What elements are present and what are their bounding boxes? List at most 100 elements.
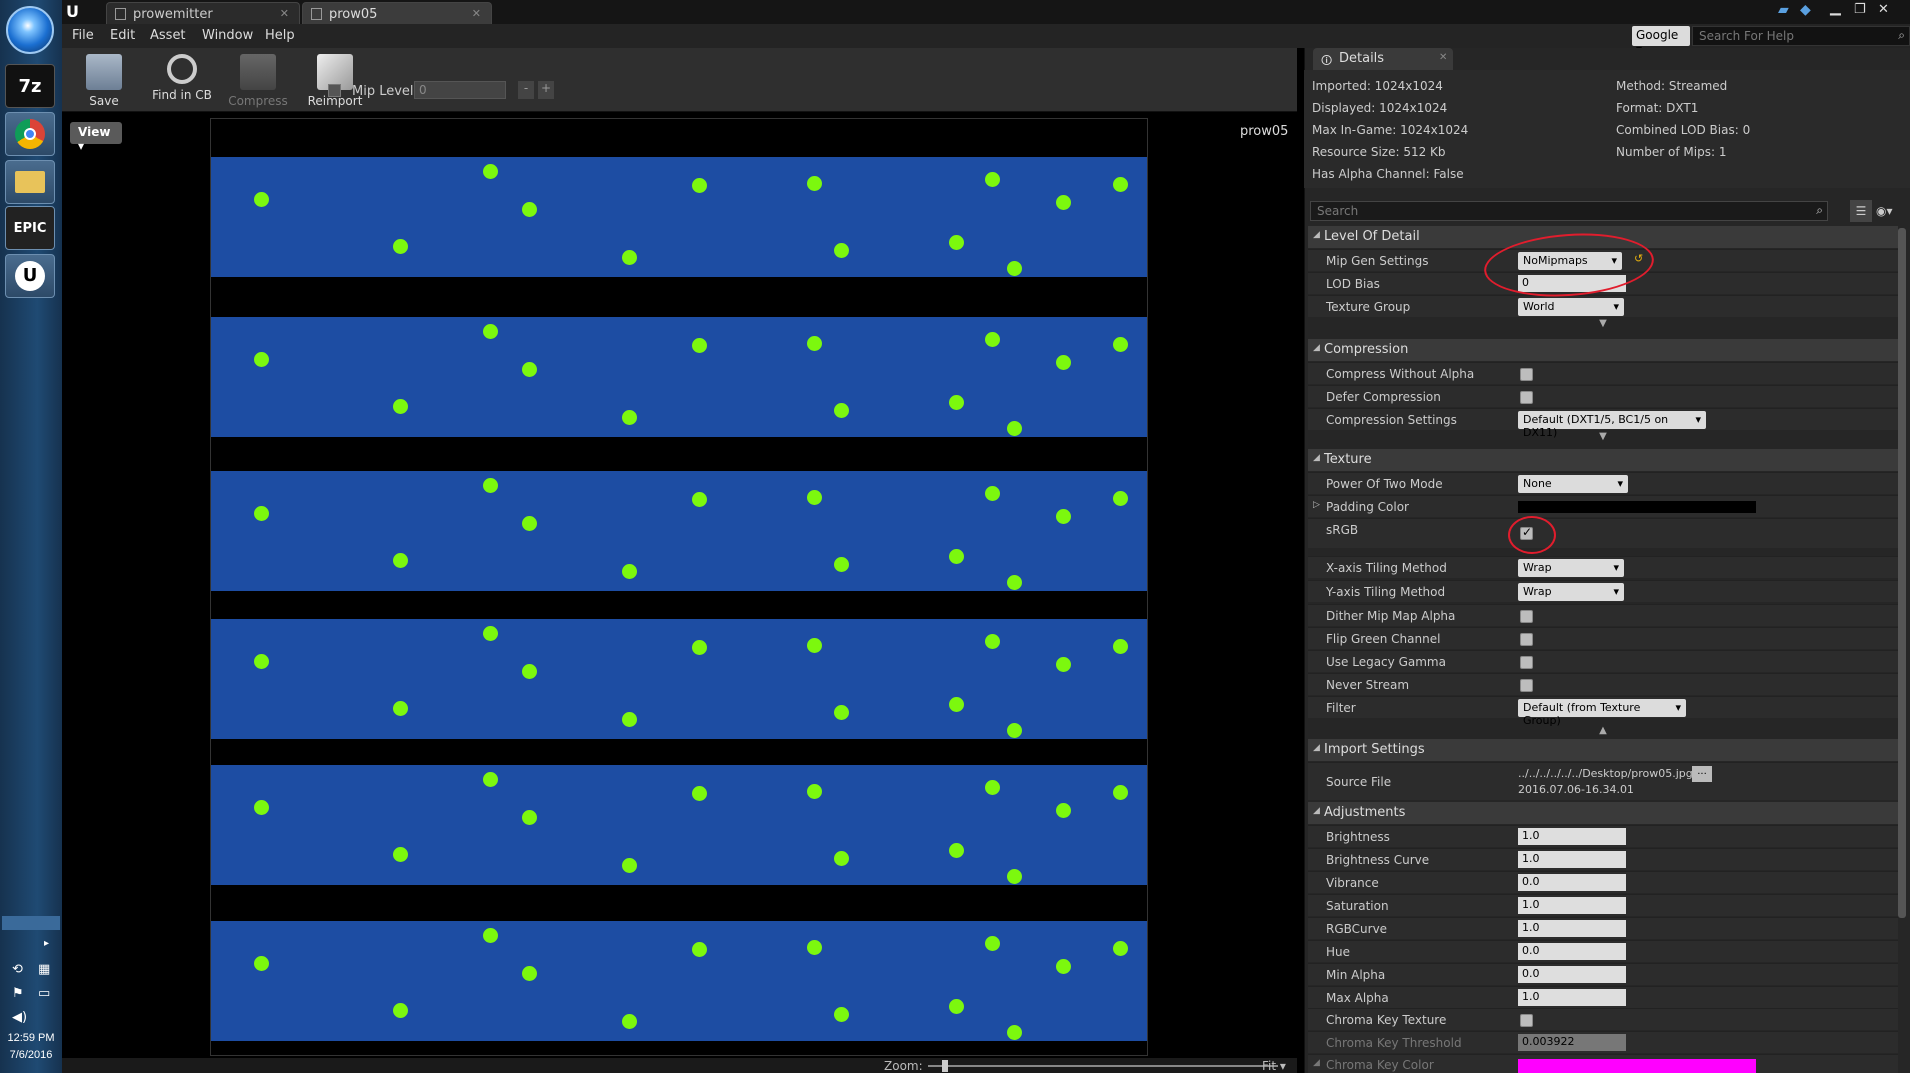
texture-dot [692, 786, 707, 801]
legacy-gamma-checkbox[interactable] [1520, 656, 1533, 669]
notification-icon[interactable]: ◆ [1800, 2, 1811, 18]
compress-without-alpha-checkbox[interactable] [1520, 368, 1533, 381]
mip-level-input[interactable]: 0 [414, 81, 506, 99]
clock-time[interactable]: 12:59 PM [0, 1032, 62, 1044]
texture-dot [254, 654, 269, 669]
menu-window[interactable]: Window [202, 28, 253, 43]
expand-arrow-icon[interactable]: ▸ [44, 938, 49, 949]
network-icon[interactable]: ⟲ [12, 962, 23, 977]
adjustment-value-input[interactable]: 1.0 [1518, 828, 1626, 845]
compression-settings-dropdown[interactable]: Default (DXT1/5, BC1/5 on DX11) [1518, 411, 1706, 439]
row-dither-mip-map-alpha: Dither Mip Map Alpha [1308, 604, 1898, 626]
save-button[interactable]: Save [70, 50, 138, 110]
filter-dropdown[interactable]: Default (from Texture Group) [1518, 699, 1686, 727]
texture-dot [1113, 941, 1128, 956]
details-tab[interactable]: 🛈 Details ✕ [1313, 48, 1453, 70]
menu-asset[interactable]: Asset [150, 28, 186, 43]
feedback-icon[interactable]: ▰ [1778, 2, 1789, 18]
chroma-key-color-swatch[interactable] [1518, 1059, 1756, 1073]
restore-icon[interactable]: ❐ [1854, 2, 1866, 17]
sevenzip-icon[interactable]: 7z [5, 64, 55, 108]
adjustment-value-input[interactable]: 1.0 [1518, 920, 1626, 937]
clock-date[interactable]: 7/6/2016 [0, 1049, 62, 1061]
mip-level-checkbox[interactable] [328, 84, 341, 97]
chroma-key-threshold-input[interactable]: 0.003922 [1518, 1034, 1626, 1051]
browse-source-button[interactable]: ... [1692, 766, 1712, 782]
expand-advanced-arrow-icon[interactable]: ▼ [1308, 431, 1898, 445]
find-in-cb-button[interactable]: Find in CB [144, 50, 220, 110]
dither-checkbox[interactable] [1520, 610, 1533, 623]
row-adjustment: Brightness Curve 1.0 [1308, 848, 1898, 870]
file-explorer-icon[interactable] [5, 160, 55, 204]
zoom-slider[interactable] [928, 1065, 1278, 1067]
volume-icon[interactable]: ◀) [12, 1010, 27, 1025]
category-texture[interactable]: Texture [1308, 449, 1898, 471]
expand-arrow-icon[interactable]: ▷ [1313, 500, 1320, 510]
eye-visibility-icon[interactable]: ◉▾ [1876, 200, 1906, 222]
minimize-icon[interactable]: ▁ [1830, 0, 1841, 16]
epic-games-launcher-icon[interactable]: EPIC [5, 206, 55, 250]
chrome-icon[interactable] [5, 112, 55, 156]
display-icon[interactable]: ▭ [38, 986, 50, 1001]
info-number-of-mips: Number of Mips: 1 [1616, 145, 1727, 159]
mip-level-decrement[interactable]: - [518, 81, 534, 99]
info-displayed: Displayed: 1024x1024 [1312, 101, 1448, 115]
close-icon[interactable]: ✕ [472, 7, 481, 20]
close-icon[interactable]: ✕ [280, 7, 289, 20]
y-tiling-dropdown[interactable]: Wrap [1518, 583, 1624, 601]
texture-group-dropdown[interactable]: World [1518, 298, 1624, 316]
menu-file[interactable]: File [72, 28, 94, 43]
close-window-icon[interactable]: ✕ [1878, 2, 1889, 17]
menu-help[interactable]: Help [265, 28, 295, 43]
defer-compression-checkbox[interactable] [1520, 391, 1533, 404]
texture-dot [622, 410, 637, 425]
never-stream-checkbox[interactable] [1520, 679, 1533, 692]
adjustment-value-input[interactable]: 0.0 [1518, 943, 1626, 960]
reimport-button[interactable]: Reimport [298, 50, 372, 110]
windows-icon[interactable]: ▦ [38, 962, 50, 977]
adjustment-label: Vibrance [1326, 876, 1379, 890]
search-engine-dropdown[interactable]: Google ▾ [1632, 26, 1690, 56]
collapse-advanced-arrow-icon[interactable]: ▲ [1308, 725, 1898, 739]
adjustment-value-input[interactable]: 1.0 [1518, 897, 1626, 914]
category-compression[interactable]: Compression [1308, 339, 1898, 361]
chroma-key-texture-checkbox[interactable] [1520, 1014, 1533, 1027]
chroma-key-texture-label: Chroma Key Texture [1326, 1013, 1447, 1027]
zoom-fit-dropdown[interactable]: Fit ▾ [1262, 1059, 1286, 1073]
mip-level-increment[interactable]: + [538, 81, 554, 99]
start-button[interactable] [6, 6, 54, 54]
padding-color-swatch[interactable] [1518, 501, 1756, 513]
zoom-bar: Zoom: Fit ▾ [62, 1058, 1297, 1073]
compress-button[interactable]: Compress [222, 50, 294, 110]
texture-dot [622, 250, 637, 265]
category-adjustments[interactable]: Adjustments [1308, 802, 1898, 824]
help-search-input[interactable]: Search For Help ⌕ [1692, 26, 1910, 46]
close-icon[interactable]: ✕ [1439, 52, 1447, 63]
adjustment-value-input[interactable]: 0.0 [1518, 966, 1626, 983]
texture-dot [483, 478, 498, 493]
details-scrollbar[interactable] [1898, 228, 1906, 918]
details-search-input[interactable]: Search ⌕ [1310, 201, 1828, 221]
expand-advanced-arrow-icon[interactable]: ▼ [1308, 318, 1898, 332]
flip-green-checkbox[interactable] [1520, 633, 1533, 646]
adjustment-value-input[interactable]: 1.0 [1518, 989, 1626, 1006]
texture-dot [483, 324, 498, 339]
tab-prow05[interactable]: prow05 ✕ [302, 2, 492, 24]
tab-prowemitter[interactable]: prowemitter ✕ [106, 2, 300, 24]
expand-arrow-icon[interactable]: ◢ [1313, 1058, 1320, 1068]
texture-dot [807, 336, 822, 351]
adjustment-value-input[interactable]: 0.0 [1518, 874, 1626, 891]
flag-icon[interactable]: ⚑ [12, 986, 24, 1001]
view-options-list-icon[interactable]: ☰ [1850, 200, 1872, 222]
search-icon: ⌕ [1898, 28, 1905, 42]
category-import-settings[interactable]: Import Settings [1308, 739, 1898, 761]
adjustment-label: Max Alpha [1326, 991, 1389, 1005]
view-menu-button[interactable]: View ▾ [70, 122, 122, 153]
adjustment-value-input[interactable]: 1.0 [1518, 851, 1626, 868]
zoom-slider-handle[interactable] [942, 1060, 948, 1072]
power-of-two-dropdown[interactable]: None [1518, 475, 1628, 493]
taskbar-scroll[interactable] [2, 916, 60, 930]
unreal-engine-icon[interactable]: U [5, 254, 55, 298]
menu-edit[interactable]: Edit [110, 28, 135, 43]
x-tiling-dropdown[interactable]: Wrap [1518, 559, 1624, 577]
